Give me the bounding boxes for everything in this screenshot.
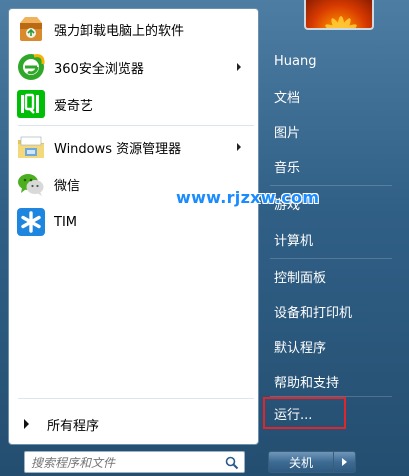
program-label: 爱奇艺 bbox=[54, 98, 94, 114]
submenu-arrow-icon[interactable] bbox=[237, 143, 241, 151]
right-item-label: 控制面板 bbox=[274, 270, 327, 286]
right-item-label: 计算机 bbox=[274, 233, 314, 249]
right-item-label: 设备和打印机 bbox=[274, 305, 353, 321]
right-item-label: 帮助和支持 bbox=[274, 375, 340, 391]
program-label: TIM bbox=[54, 214, 77, 230]
shutdown-button[interactable]: 关机 bbox=[268, 451, 334, 473]
iqiyi-icon bbox=[17, 90, 45, 118]
tim-icon bbox=[17, 208, 45, 236]
right-item-pictures[interactable]: 图片 bbox=[266, 118, 398, 144]
program-tim[interactable]: TIM bbox=[12, 205, 253, 239]
right-item-user[interactable]: Huang bbox=[266, 48, 398, 74]
search-box[interactable] bbox=[24, 451, 245, 473]
flower-icon bbox=[325, 16, 357, 28]
program-360-browser[interactable]: 360安全浏览器 bbox=[12, 50, 253, 84]
shutdown-label: 关机 bbox=[288, 455, 313, 470]
360-browser-icon bbox=[18, 54, 45, 80]
program-label: 微信 bbox=[54, 178, 81, 194]
program-label: 强力卸载电脑上的软件 bbox=[54, 23, 185, 39]
program-label: 360安全浏览器 bbox=[54, 61, 144, 77]
watermark: www.rjzxw.com bbox=[176, 188, 320, 207]
search-input[interactable] bbox=[29, 454, 223, 472]
program-uninstaller[interactable]: 强力卸载电脑上的软件 bbox=[12, 12, 253, 46]
start-menu: 强力卸载电脑上的软件 360安全浏览器 爱奇艺 Windows 资源管理器 微信… bbox=[0, 0, 409, 476]
run-highlight-box bbox=[263, 397, 346, 429]
divider bbox=[18, 125, 254, 126]
right-item-help-support[interactable]: 帮助和支持 bbox=[266, 368, 398, 394]
right-item-default-programs[interactable]: 默认程序 bbox=[266, 333, 398, 359]
expand-arrow-icon bbox=[24, 419, 29, 429]
right-item-label: 图片 bbox=[274, 125, 301, 141]
divider bbox=[18, 398, 254, 399]
program-iqiyi[interactable]: 爱奇艺 bbox=[12, 87, 253, 121]
right-item-label: 默认程序 bbox=[274, 340, 327, 356]
submenu-arrow-icon[interactable] bbox=[237, 63, 241, 71]
right-item-label: 音乐 bbox=[274, 160, 301, 176]
all-programs-button[interactable]: 所有程序 bbox=[12, 410, 253, 438]
right-item-computer[interactable]: 计算机 bbox=[266, 226, 398, 252]
right-item-control-panel[interactable]: 控制面板 bbox=[266, 263, 398, 289]
divider bbox=[270, 185, 392, 186]
shutdown-options-arrow-icon[interactable] bbox=[334, 451, 356, 473]
all-programs-label: 所有程序 bbox=[47, 418, 100, 434]
program-windows-explorer[interactable]: Windows 资源管理器 bbox=[12, 130, 253, 164]
right-item-documents[interactable]: 文档 bbox=[266, 83, 398, 109]
program-label: Windows 资源管理器 bbox=[54, 141, 182, 157]
right-item-devices-printers[interactable]: 设备和打印机 bbox=[266, 298, 398, 324]
right-item-label: 文档 bbox=[274, 90, 301, 106]
explorer-folder-icon bbox=[18, 136, 44, 158]
search-icon[interactable] bbox=[225, 456, 239, 470]
user-picture[interactable] bbox=[304, 0, 374, 30]
wechat-icon bbox=[18, 174, 44, 196]
divider bbox=[270, 258, 392, 259]
uninstaller-icon bbox=[20, 17, 42, 41]
user-name: Huang bbox=[274, 53, 317, 69]
right-item-music[interactable]: 音乐 bbox=[266, 153, 398, 179]
